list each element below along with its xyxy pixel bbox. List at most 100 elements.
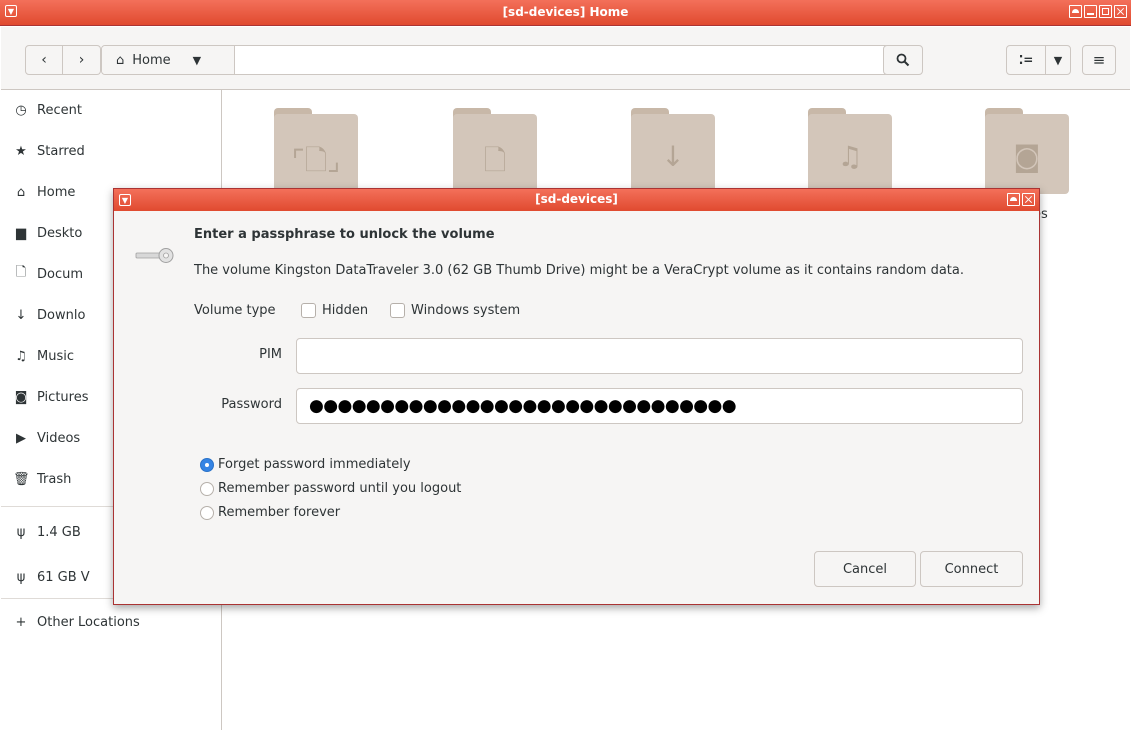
sidebar-item-recent[interactable]: ◷ Recent — [13, 100, 82, 120]
minimize-icon[interactable] — [1084, 5, 1097, 18]
password-value: ●●●●●●●●●●●●●●●●●●●●●●●●●●●●●● — [309, 396, 737, 416]
folder-documents[interactable]: 🗋 — [453, 108, 537, 194]
sidebar-item-music[interactable]: ♫ Music — [13, 346, 74, 366]
dialog-heading: Enter a passphrase to unlock the volume — [194, 227, 495, 242]
dialog-titlebar[interactable]: ▼ [sd-devices] — [114, 189, 1039, 211]
dialog-title: [sd-devices] — [535, 192, 618, 206]
radio-remember-forever[interactable]: Remember forever — [200, 505, 340, 520]
dialog-description: The volume Kingston DataTraveler 3.0 (62… — [194, 263, 964, 278]
chevron-right-icon: › — [78, 52, 85, 68]
sidebar-item-other-locations[interactable]: + Other Locations — [13, 612, 140, 632]
view-options-button[interactable]: ▼ — [1045, 45, 1071, 75]
radio-label: Remember password until you logout — [218, 481, 462, 496]
unlock-dialog: ▼ [sd-devices] Enter a passphrase to unl… — [113, 188, 1040, 605]
hidden-checkbox-label: Hidden — [322, 303, 369, 318]
key-icon — [135, 248, 174, 263]
sidebar-item-label: Recent — [37, 102, 82, 118]
window-titlebar[interactable]: ▼ [sd-devices] Home — [0, 0, 1131, 26]
pim-field[interactable] — [296, 338, 1023, 374]
radio-button[interactable] — [200, 481, 214, 496]
folder-downloads[interactable]: ↓ — [631, 108, 715, 194]
sidebar-item-label: Other Locations — [37, 614, 140, 630]
sidebar-item-documents[interactable]: 🗋 Docum — [13, 264, 83, 284]
sidebar-item-starred[interactable]: ★ Starred — [13, 141, 85, 161]
windows-system-checkbox-label: Windows system — [411, 303, 521, 318]
shade-icon[interactable] — [1069, 5, 1082, 18]
desktop-folder-icon: ▆ — [16, 225, 26, 241]
camera-icon: ◙ — [1013, 140, 1041, 173]
radio-remember-until-logout[interactable]: Remember password until you logout — [200, 481, 461, 496]
usb-icon: ψ — [16, 524, 26, 540]
path-home-label: Home — [132, 52, 171, 68]
sidebar-item-label: Docum — [37, 266, 84, 282]
password-label: Password — [221, 397, 282, 412]
main-menu-button[interactable]: ≡ — [1082, 45, 1116, 75]
cancel-button[interactable]: Cancel — [814, 551, 916, 587]
camera-icon: ◙ — [14, 389, 28, 405]
window-title: [sd-devices] Home — [502, 5, 629, 19]
sidebar-item-desktop[interactable]: ▆ Deskto — [13, 223, 82, 243]
back-button[interactable]: ‹ — [25, 45, 63, 75]
close-icon[interactable] — [1114, 5, 1127, 18]
sidebar-item-label: 61 GB V — [37, 569, 90, 585]
video-icon: ▶ — [16, 430, 26, 446]
sidebar-item-label: Trash — [37, 471, 72, 487]
search-button[interactable] — [883, 45, 923, 75]
chevron-down-icon: ▼ — [192, 53, 202, 67]
search-icon — [896, 53, 910, 67]
sidebar-item-trash[interactable]: 🗑 Trash — [13, 469, 71, 489]
dialog-controls — [1007, 193, 1035, 206]
forward-button[interactable]: › — [63, 45, 101, 75]
sidebar-item-home[interactable]: ⌂ Home — [13, 182, 76, 202]
chevron-left-icon: ‹ — [41, 52, 47, 68]
home-icon: ⌂ — [16, 184, 26, 200]
document-icon: 🗋 — [483, 144, 507, 177]
sidebar-item-videos[interactable]: ▶ Videos — [13, 428, 80, 448]
home-icon: ⌂ — [116, 52, 125, 68]
sidebar-item-label: Music — [37, 348, 74, 364]
sidebar-item-label: Downlo — [37, 307, 86, 323]
radio-label: Remember forever — [218, 505, 341, 520]
path-home-button[interactable]: ⌂ Home ▼ — [102, 46, 235, 74]
checkbox-box[interactable] — [390, 303, 405, 318]
folder-pictures[interactable]: ◙ — [985, 108, 1069, 194]
shade-icon[interactable] — [1007, 193, 1020, 206]
sidebar-item-device-2[interactable]: ψ 61 GB V — [13, 567, 90, 587]
list-view-icon: ⁚= — [1018, 53, 1034, 67]
volume-type-label: Volume type — [194, 303, 276, 318]
music-icon: ♫ — [15, 348, 27, 364]
download-icon: ↓ — [661, 140, 685, 173]
maximize-icon[interactable] — [1099, 5, 1112, 18]
radio-forget-immediately[interactable]: Forget password immediately — [200, 457, 411, 472]
plus-icon: + — [15, 614, 27, 630]
path-bar: ⌂ Home ▼ — [101, 45, 889, 75]
sidebar-item-label: Home — [37, 184, 76, 200]
chevron-down-icon: ▼ — [1053, 53, 1063, 67]
checkbox-box[interactable] — [301, 303, 316, 318]
header-bar: ‹ › ⌂ Home ▼ ⁚= ▼ ≡ — [1, 27, 1130, 90]
sidebar-item-device-1[interactable]: ψ 1.4 GB — [13, 522, 81, 542]
radio-button[interactable] — [200, 457, 214, 472]
windows-system-checkbox[interactable]: Windows system — [390, 303, 520, 318]
music-icon: ♫ — [837, 140, 863, 173]
star-icon: ★ — [15, 143, 27, 159]
download-icon: ↓ — [15, 307, 27, 323]
clock-icon: ◷ — [15, 102, 27, 118]
navigation-buttons: ‹ › — [25, 45, 101, 75]
pim-label: PIM — [259, 347, 282, 362]
folder-music[interactable]: ♫ — [808, 108, 892, 194]
sidebar-item-pictures[interactable]: ◙ Pictures — [13, 387, 89, 407]
password-field[interactable]: ●●●●●●●●●●●●●●●●●●●●●●●●●●●●●● — [296, 388, 1023, 424]
sidebar-item-downloads[interactable]: ↓ Downlo — [13, 305, 86, 325]
desktop-icon: ⌜🗋⌟ — [291, 144, 341, 177]
hamburger-menu-icon: ≡ — [1092, 51, 1106, 69]
hidden-checkbox[interactable]: Hidden — [301, 303, 368, 318]
folder-desktop[interactable]: ⌜🗋⌟ — [274, 108, 358, 194]
sidebar-item-label: Videos — [37, 430, 81, 446]
radio-button[interactable] — [200, 505, 214, 520]
connect-button[interactable]: Connect — [920, 551, 1023, 587]
close-icon[interactable] — [1022, 193, 1035, 206]
document-icon: 🗋 — [15, 265, 27, 280]
view-toggle-button[interactable]: ⁚= — [1006, 45, 1046, 75]
sidebar-item-label: Deskto — [37, 225, 83, 241]
